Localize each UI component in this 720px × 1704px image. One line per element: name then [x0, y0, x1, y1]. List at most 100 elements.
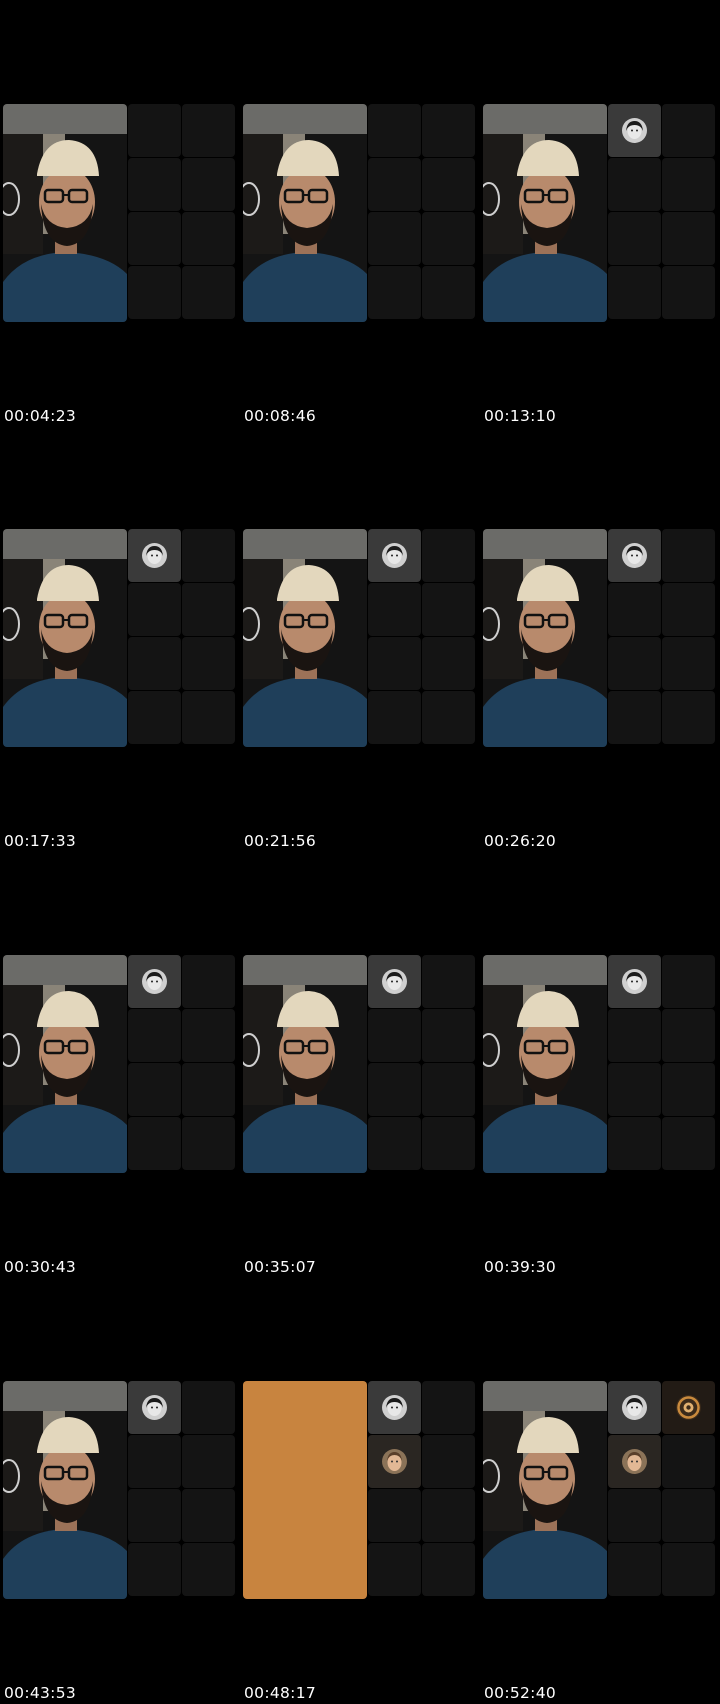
- participant-tile: [662, 266, 715, 319]
- participant-tile: [608, 1489, 661, 1542]
- thumbnail-frame: [3, 955, 243, 1173]
- timestamp-label: 00:30:43: [4, 1258, 77, 1276]
- timestamp-label: 00:13:10: [484, 407, 557, 425]
- participant-tile: [662, 158, 715, 211]
- participant-grid: [128, 104, 238, 322]
- participant-tile: [608, 266, 661, 319]
- participant-tile: [128, 955, 181, 1008]
- avatar-bw-icon: [382, 1395, 407, 1420]
- participant-tile: [608, 637, 661, 690]
- avatar-bw-icon: [622, 118, 647, 143]
- timestamp-label: 00:04:23: [4, 407, 77, 425]
- participant-tile: [182, 1117, 235, 1170]
- video-feed: [3, 104, 127, 322]
- participant-tile: [662, 955, 715, 1008]
- participant-tile: [128, 1009, 181, 1062]
- participant-tile: [422, 637, 475, 690]
- participant-tile: [128, 1435, 181, 1488]
- participant-tile: [422, 1117, 475, 1170]
- participant-tile: [368, 1117, 421, 1170]
- participant-tile: [368, 529, 421, 582]
- participant-tile: [128, 266, 181, 319]
- participant-tile: [368, 1489, 421, 1542]
- participant-tile: [422, 1543, 475, 1596]
- participant-tile: [128, 1063, 181, 1116]
- participant-tile: [368, 583, 421, 636]
- participant-tile: [662, 212, 715, 265]
- participant-tile: [182, 1435, 235, 1488]
- participant-tile: [128, 212, 181, 265]
- video-feed: [243, 955, 367, 1173]
- video-feed: [243, 104, 367, 322]
- participant-tile: [662, 1543, 715, 1596]
- participant-tile: [182, 691, 235, 744]
- participant-tile: [422, 266, 475, 319]
- thumbnail-frame: [243, 1381, 483, 1599]
- thumbnail-frame: [3, 104, 243, 322]
- participant-grid: [128, 955, 238, 1173]
- participant-tile: [608, 158, 661, 211]
- participant-tile: [608, 1435, 661, 1488]
- participant-tile: [422, 1435, 475, 1488]
- thumbnail-frame: [483, 955, 720, 1173]
- participant-tile: [662, 529, 715, 582]
- thumbnail-frame: [3, 1381, 243, 1599]
- participant-tile: [128, 158, 181, 211]
- participant-grid: [608, 1381, 718, 1599]
- participant-grid: [368, 1381, 478, 1599]
- participant-tile: [662, 637, 715, 690]
- participant-tile: [662, 1117, 715, 1170]
- participant-tile: [368, 212, 421, 265]
- participant-tile: [182, 212, 235, 265]
- avatar-bw-icon: [382, 969, 407, 994]
- avatar-face-icon: [622, 1449, 647, 1474]
- video-feed-placeholder: [243, 1381, 367, 1599]
- participant-tile: [128, 583, 181, 636]
- participant-tile: [182, 1063, 235, 1116]
- participant-tile: [128, 529, 181, 582]
- participant-tile: [182, 1381, 235, 1434]
- participant-tile: [128, 104, 181, 157]
- participant-grid: [608, 104, 718, 322]
- participant-tile: [662, 104, 715, 157]
- participant-tile: [182, 104, 235, 157]
- avatar-gold-icon: [676, 1395, 701, 1420]
- participant-tile: [422, 212, 475, 265]
- participant-tile: [182, 529, 235, 582]
- participant-tile: [368, 1543, 421, 1596]
- participant-tile: [608, 212, 661, 265]
- participant-grid: [368, 104, 478, 322]
- timestamp-label: 00:21:56: [244, 832, 317, 850]
- participant-tile: [128, 637, 181, 690]
- participant-tile: [608, 1117, 661, 1170]
- participant-tile: [182, 1543, 235, 1596]
- participant-tile: [128, 1117, 181, 1170]
- participant-tile: [182, 1489, 235, 1542]
- participant-tile: [368, 1009, 421, 1062]
- avatar-bw-icon: [142, 543, 167, 568]
- participant-tile: [422, 955, 475, 1008]
- timestamp-label: 00:08:46: [244, 407, 317, 425]
- participant-tile: [422, 1063, 475, 1116]
- participant-grid: [368, 955, 478, 1173]
- participant-tile: [368, 1435, 421, 1488]
- participant-tile: [128, 691, 181, 744]
- timestamp-label: 00:35:07: [244, 1258, 317, 1276]
- participant-tile: [608, 955, 661, 1008]
- avatar-bw-icon: [622, 969, 647, 994]
- participant-tile: [182, 266, 235, 319]
- timestamp-label: 00:48:17: [244, 1684, 317, 1702]
- thumbnail-frame: [483, 529, 720, 747]
- avatar-bw-icon: [142, 969, 167, 994]
- participant-tile: [662, 1381, 715, 1434]
- participant-tile: [128, 1489, 181, 1542]
- video-feed: [483, 529, 607, 747]
- video-feed: [3, 1381, 127, 1599]
- participant-tile: [662, 691, 715, 744]
- participant-tile: [368, 158, 421, 211]
- participant-tile: [182, 1009, 235, 1062]
- participant-tile: [128, 1543, 181, 1596]
- video-feed: [483, 104, 607, 322]
- participant-tile: [422, 529, 475, 582]
- thumbnail-frame: [243, 955, 483, 1173]
